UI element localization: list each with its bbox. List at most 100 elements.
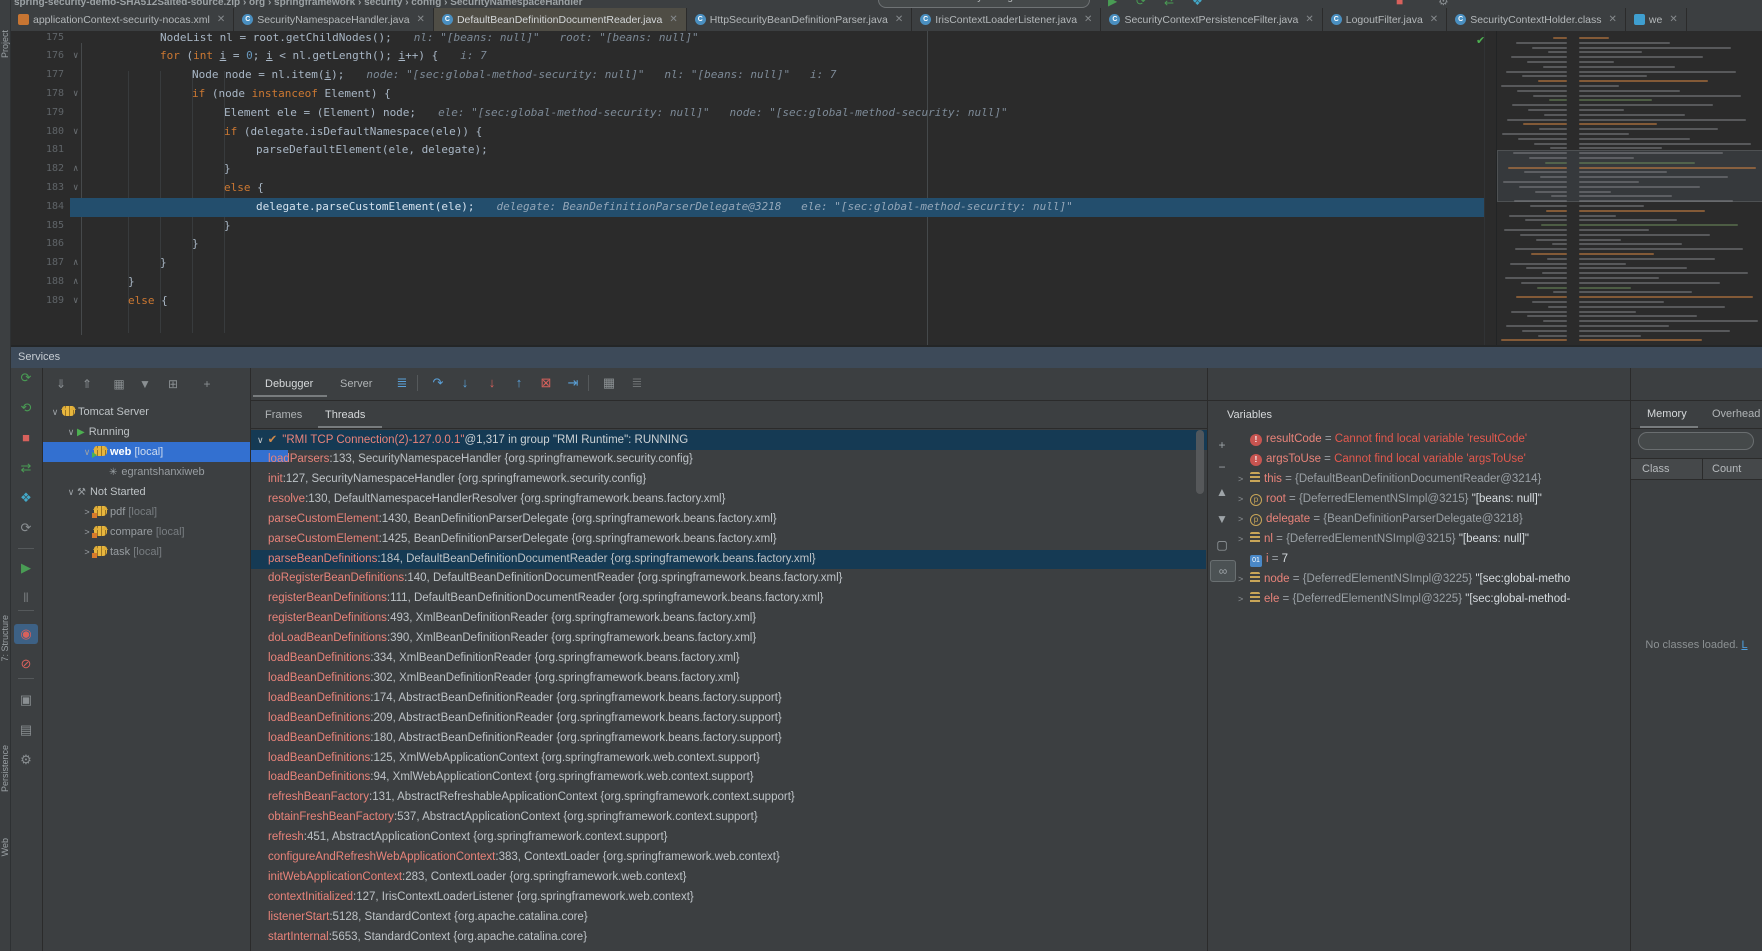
stack-frame-row[interactable]: initWebApplicationContext:283, ContextLo… xyxy=(251,868,1206,888)
stack-frame-row[interactable]: loadBeanDefinitions:174, AbstractBeanDef… xyxy=(251,689,1206,709)
run-to-cursor-icon[interactable]: ⇥ xyxy=(562,373,584,393)
fold-marker-icon[interactable]: ∨ xyxy=(73,179,78,198)
memory-table-header[interactable]: Class Count xyxy=(1631,458,1762,480)
resume-icon[interactable]: ▶ xyxy=(14,558,38,578)
stack-frame-row[interactable]: registerBeanDefinitions:111, DefaultBean… xyxy=(251,589,1206,609)
stack-frame-row[interactable]: loadParsers:133, SecurityNamespaceHandle… xyxy=(251,450,1206,470)
editor-tab[interactable]: we✕ xyxy=(1626,8,1687,31)
editor-line[interactable]: NodeList nl = root.getChildNodes();nl: "… xyxy=(160,31,699,47)
show-execution-point-icon[interactable]: ≣ xyxy=(391,373,413,393)
line-number[interactable]: 178 xyxy=(28,85,64,104)
editor-line[interactable]: } xyxy=(224,160,231,179)
step-over-icon[interactable]: ↷ xyxy=(427,373,449,393)
editor-line[interactable]: } xyxy=(160,254,167,273)
fold-marker-icon[interactable]: ∨ xyxy=(73,85,78,104)
close-icon[interactable]: ✕ xyxy=(1669,14,1677,25)
dock-label-structure[interactable]: 7: Structure xyxy=(0,615,10,662)
line-number[interactable]: 181 xyxy=(28,141,64,160)
editor-line[interactable]: } xyxy=(224,217,231,236)
run-configuration-combo[interactable]: SecurityManager xyxy=(878,0,1090,8)
line-number[interactable]: 184 xyxy=(28,198,64,217)
services-header[interactable]: Services xyxy=(10,347,1762,368)
step-into-icon[interactable]: ↓ xyxy=(454,373,476,393)
move-up-icon[interactable]: ▲ xyxy=(1210,482,1234,502)
editor-line[interactable]: if (node instanceof Element) { xyxy=(192,85,391,104)
variable-row-root[interactable]: >proot = {DeferredElementNSImpl@3215} "[… xyxy=(1238,489,1628,509)
stack-frame-row[interactable]: resolve:130, DefaultNamespaceHandlerReso… xyxy=(251,490,1206,510)
editor-line[interactable]: Element ele = (Element) node;ele: "[sec:… xyxy=(224,104,1008,123)
fold-marker-icon[interactable]: ∧ xyxy=(73,160,78,179)
view-breakpoints-icon[interactable]: ◉ xyxy=(14,624,38,644)
fold-marker-icon[interactable]: ∧ xyxy=(73,254,78,273)
line-number[interactable]: 182 xyxy=(28,160,64,179)
stack-frame-row[interactable]: registerBeanDefinitions:493, XmlBeanDefi… xyxy=(251,609,1206,629)
chevron-right-icon[interactable]: > xyxy=(1238,569,1250,589)
editor-line[interactable]: } xyxy=(192,235,199,254)
dock-label-project[interactable]: Project xyxy=(0,30,10,58)
line-number[interactable]: 175 xyxy=(28,31,64,47)
chevron-right-icon[interactable]: > xyxy=(1238,529,1250,549)
editor-tab[interactable]: CIrisContextLoaderListener.java✕ xyxy=(912,8,1101,31)
tab-frames[interactable]: Frames xyxy=(265,402,302,428)
chevron-down-icon[interactable]: ∨ xyxy=(49,402,61,422)
variable-row-resultCode[interactable]: !resultCode = Cannot find local variable… xyxy=(1238,429,1628,449)
line-number[interactable]: 188 xyxy=(28,273,64,292)
line-number[interactable]: 183 xyxy=(28,179,64,198)
stack-frame-row[interactable]: contextInitialized:127, IrisContextLoade… xyxy=(251,888,1206,908)
close-icon[interactable]: ✕ xyxy=(1430,14,1438,25)
stack-frame-row[interactable]: loadBeanDefinitions:180, AbstractBeanDef… xyxy=(251,729,1206,749)
close-icon[interactable]: ✕ xyxy=(217,14,225,25)
remove-watch-icon[interactable]: − xyxy=(1210,457,1234,477)
column-class[interactable]: Class xyxy=(1642,459,1670,479)
column-divider[interactable] xyxy=(1702,459,1703,479)
drop-frame-icon[interactable]: ⊠ xyxy=(535,373,557,393)
layout-icon[interactable]: ▤ xyxy=(14,720,38,740)
mute-breakpoints-icon[interactable]: ⊘ xyxy=(14,654,38,674)
line-number[interactable]: 180 xyxy=(28,123,64,142)
stack-frame-row[interactable]: obtainFreshBeanFactory:537, AbstractAppl… xyxy=(251,808,1206,828)
editor-line[interactable]: for (int i = 0; i < nl.getLength(); i++)… xyxy=(160,47,487,66)
inspections-ok-icon[interactable]: ✔ xyxy=(1476,34,1485,47)
thread-dump-icon[interactable]: ▣ xyxy=(14,690,38,710)
stack-frame-row[interactable]: startInternal:5653, StandardContext {org… xyxy=(251,928,1206,948)
stack-frame-row[interactable]: listenerStart:5128, StandardContext {org… xyxy=(251,908,1206,928)
editor-line[interactable]: delegate.parseCustomElement(ele);delegat… xyxy=(256,198,1073,217)
variable-row-ele[interactable]: >ele = {DeferredElementNSImpl@3225} "[se… xyxy=(1238,589,1628,609)
line-number[interactable]: 189 xyxy=(28,292,64,311)
column-count[interactable]: Count xyxy=(1712,459,1741,479)
frames-scrollbar-thumb[interactable] xyxy=(1196,430,1204,494)
stack-frame-row[interactable]: refresh:451, AbstractApplicationContext … xyxy=(251,828,1206,848)
close-icon[interactable]: ✕ xyxy=(1609,14,1617,25)
add-watch-icon[interactable]: + xyxy=(1210,435,1234,455)
chevron-right-icon[interactable]: > xyxy=(1238,589,1250,609)
chevron-down-icon[interactable]: ∨ xyxy=(65,422,77,442)
variable-row-argsToUse[interactable]: !argsToUse = Cannot find local variable … xyxy=(1238,449,1628,469)
editor-line[interactable]: Node node = nl.item(i);node: "[sec:globa… xyxy=(192,66,837,85)
fold-marker-icon[interactable]: ∨ xyxy=(73,292,78,311)
tab-debugger[interactable]: Debugger xyxy=(265,371,313,397)
update-application-icon[interactable]: ⇄ xyxy=(1164,0,1174,8)
memory-search-input[interactable] xyxy=(1638,432,1754,450)
line-number[interactable]: 176 xyxy=(28,47,64,66)
close-icon[interactable]: ✕ xyxy=(1084,14,1092,25)
stack-frame-row[interactable]: doRegisterBeanDefinitions:140, DefaultBe… xyxy=(251,569,1206,589)
line-number[interactable]: 185 xyxy=(28,217,64,236)
dock-label-persistence[interactable]: Persistence xyxy=(0,745,10,792)
evaluate-expression-icon[interactable]: ▦ xyxy=(598,373,620,393)
tree-item-not-started[interactable]: ∨⚒Not Started xyxy=(43,482,272,502)
editor-tab[interactable]: applicationContext-security-nocas.xml✕ xyxy=(10,8,234,31)
tree-item-running[interactable]: ∨▶Running xyxy=(43,422,272,442)
stop-icon[interactable]: ■ xyxy=(1396,0,1403,8)
editor-tab[interactable]: CSecurityNamespaceHandler.java✕ xyxy=(234,8,434,31)
chevron-right-icon[interactable]: > xyxy=(81,502,93,522)
pause-icon[interactable]: Ⅱ xyxy=(14,588,38,608)
variable-row-nl[interactable]: >nl = {DeferredElementNSImpl@3215} "[bea… xyxy=(1238,529,1628,549)
rerun-icon[interactable]: ⟳ xyxy=(1136,0,1146,8)
close-icon[interactable]: ✕ xyxy=(417,14,425,25)
stack-frame-row[interactable]: init:127, SecurityNamespaceHandler {org.… xyxy=(251,470,1206,490)
rerun-icon[interactable]: ⟳ xyxy=(14,368,38,388)
line-number[interactable]: 186 xyxy=(28,235,64,254)
editor-line[interactable]: if (delegate.isDefaultNamespace(ele)) { xyxy=(224,123,482,142)
editor-tab[interactable]: CSecurityContextHolder.class✕ xyxy=(1447,8,1626,31)
tab-memory[interactable]: Memory xyxy=(1647,400,1687,428)
